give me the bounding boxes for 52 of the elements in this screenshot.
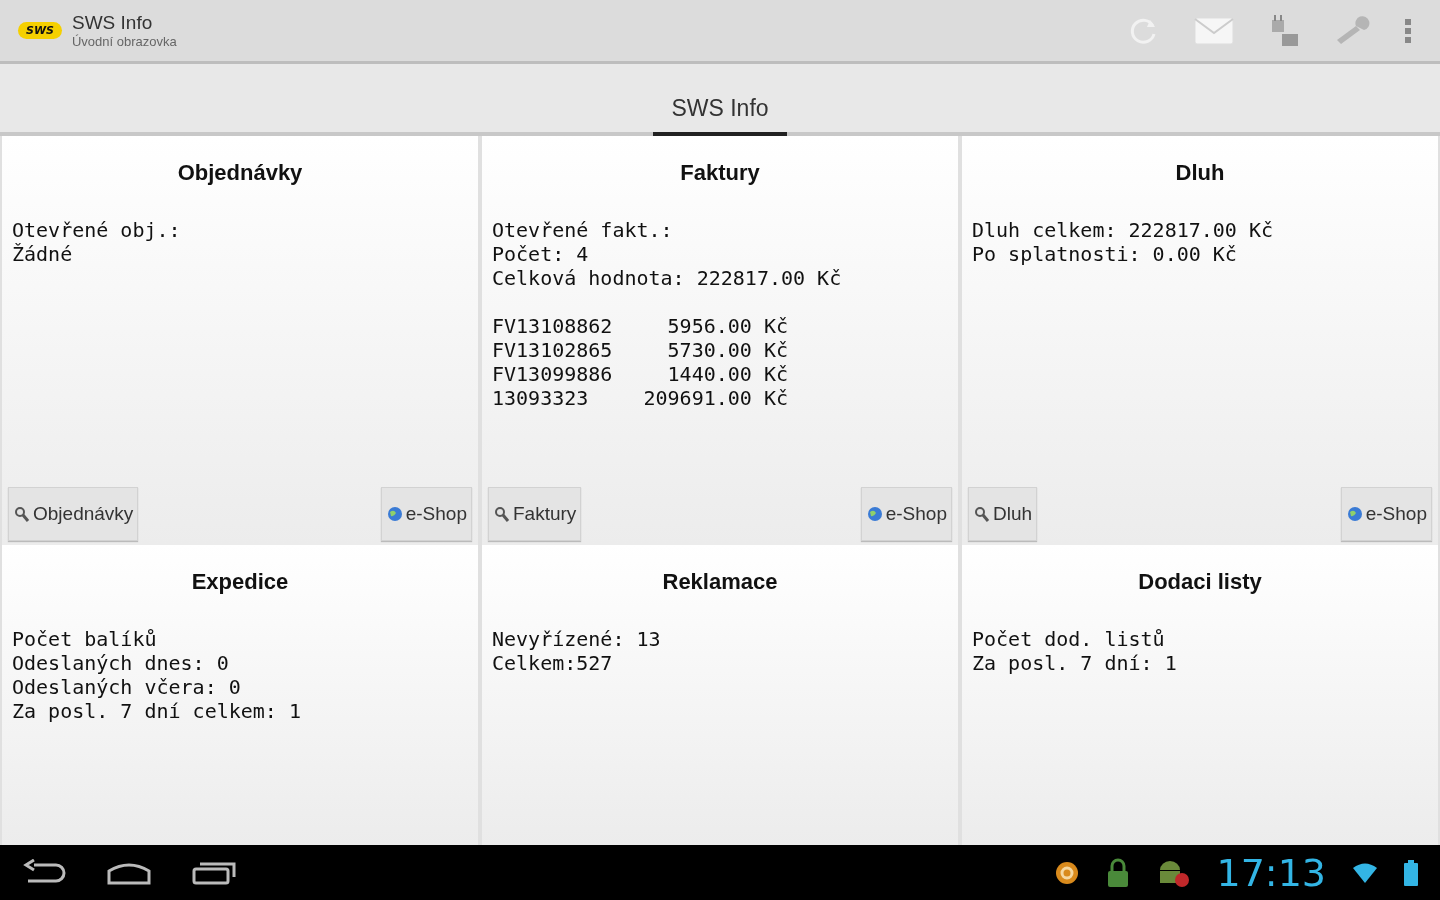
overflow-menu-icon[interactable] bbox=[1404, 17, 1412, 44]
magnifier-icon bbox=[13, 505, 31, 523]
magnifier-icon bbox=[973, 505, 991, 523]
card-title: Faktury bbox=[680, 160, 760, 186]
invoice-amount: 5730.00 Kč bbox=[666, 338, 788, 362]
info-line: Za posl. 7 dní celkem: 1 bbox=[12, 699, 301, 723]
card-title: Objednávky bbox=[177, 160, 303, 186]
info-line: Počet dod. listů bbox=[972, 627, 1165, 651]
info-line: Otevřené obj.: bbox=[12, 218, 181, 242]
mail-icon[interactable] bbox=[1194, 16, 1234, 45]
app-title: SWS Info bbox=[72, 12, 154, 34]
info-line: Počet: 4 bbox=[492, 242, 589, 266]
invoice-amount: 5956.00 Kč bbox=[666, 314, 788, 338]
info-line: Za posl. 7 dní: 1 bbox=[972, 651, 1177, 675]
info-line: Nevyřízené: 13 bbox=[492, 627, 661, 651]
invoice-amount: 1440.00 Kč bbox=[666, 362, 788, 386]
info-line: Celková hodnota: 222817.00 Kč bbox=[492, 266, 842, 290]
wifi-icon bbox=[1352, 861, 1378, 884]
info-line: Otevřené fakt.: bbox=[492, 218, 673, 242]
info-line: Celkem:527 bbox=[492, 651, 613, 675]
info-line: Po splatnosti: 0.00 Kč bbox=[972, 242, 1237, 266]
app-logo: SWS bbox=[18, 22, 62, 39]
globe-icon bbox=[385, 505, 404, 523]
card-title: Dodaci listy bbox=[1138, 569, 1262, 595]
invoice-number: FV13102865 bbox=[492, 338, 614, 362]
card-button[interactable]: e-Shop bbox=[380, 487, 472, 541]
globe-icon bbox=[1345, 505, 1364, 523]
lock-icon bbox=[1106, 857, 1131, 888]
invoice-number: FV13099886 bbox=[492, 362, 614, 386]
info-line: Odeslaných dnes: 0 bbox=[12, 651, 229, 675]
ring-icon bbox=[1054, 859, 1081, 886]
card-title: Expedice bbox=[191, 569, 289, 595]
battery-icon bbox=[1404, 859, 1418, 886]
info-line: Žádné bbox=[12, 242, 73, 266]
info-line: Dluh celkem: 222817.00 Kč bbox=[972, 218, 1274, 242]
invoice-amount: 209691.00 Kč bbox=[642, 386, 788, 410]
card-title: Dluh bbox=[1175, 160, 1225, 186]
magnifier-icon bbox=[493, 505, 511, 523]
clock: 17:13 bbox=[1216, 850, 1326, 895]
globe-icon bbox=[865, 505, 884, 523]
card-button[interactable]: Objednávky bbox=[8, 487, 139, 541]
invoice-number: 13093323 bbox=[492, 386, 590, 410]
card-title: Reklamace bbox=[662, 569, 778, 595]
card-button[interactable]: Faktury bbox=[488, 487, 582, 541]
card-button[interactable]: e-Shop bbox=[860, 487, 952, 541]
invoice-number: FV13108862 bbox=[492, 314, 614, 338]
card-button[interactable]: e-Shop bbox=[1340, 487, 1432, 541]
recent-apps-icon[interactable] bbox=[192, 860, 236, 885]
info-line: Počet balíků bbox=[12, 627, 157, 651]
info-line: Odeslaných včera: 0 bbox=[12, 675, 241, 699]
screen-subtitle: Úvodní obrazovka bbox=[72, 34, 177, 49]
card-button[interactable]: Dluh bbox=[968, 487, 1038, 541]
